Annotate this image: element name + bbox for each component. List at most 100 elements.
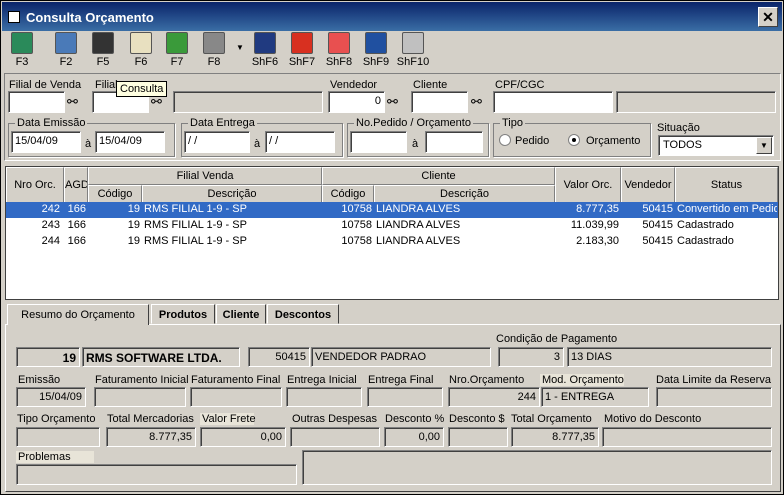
table-row[interactable]: 242 166 19 RMS FILIAL 1-9 - SP 10758 LIA… [6, 202, 778, 218]
fat-fim-field [190, 387, 282, 407]
fat-ini-label: Faturamento Inicial [95, 374, 189, 386]
lock-icon [402, 32, 424, 54]
cell-vendedor: 50415 [642, 235, 673, 247]
pedido-to-input[interactable] [425, 131, 483, 153]
vendedor-code-field: 50415 [248, 347, 310, 367]
col-vendedor[interactable]: Vendedor [621, 167, 675, 203]
emissao-from-input[interactable]: 15/04/09 [11, 131, 81, 153]
col-cliente-descricao[interactable]: Descrição [374, 185, 555, 203]
cell-status: Cadastrado [677, 235, 734, 247]
cell-status: Convertido em Pedido [677, 203, 777, 215]
problemas-field [16, 464, 297, 485]
mod-orc-field: 1 - ENTREGA [541, 387, 649, 407]
frete-label: Valor Frete [200, 413, 256, 425]
tooltip: Consulta [116, 81, 168, 97]
tab-resumo[interactable]: Resumo do Orçamento [7, 304, 149, 325]
limite-label: Data Limite da Reserva [656, 374, 771, 386]
table-row[interactable]: 244 166 19 RMS FILIAL 1-9 - SP 10758 LIA… [6, 234, 778, 250]
col-cliente: Cliente [322, 167, 555, 185]
cell-valor: 8.777,35 [576, 203, 619, 215]
range-separator: à [254, 138, 261, 150]
binoculars-icon[interactable]: ⚯ [387, 94, 405, 110]
situacao-select[interactable]: TODOS ▼ [658, 135, 774, 156]
nro-orc-field: 244 [448, 387, 540, 407]
toolbar-button-f3[interactable]: F3 [7, 32, 37, 72]
toolbar-button-shf9[interactable]: ShF9 [360, 32, 392, 72]
cell-agd: 166 [67, 235, 86, 247]
print-preview-icon [55, 32, 77, 54]
problemas-detail-field [302, 450, 772, 485]
cliente-input[interactable] [411, 91, 468, 113]
emissao-to-input[interactable]: 15/04/09 [95, 131, 165, 153]
print-icon [203, 32, 225, 54]
tab-produtos[interactable]: Produtos [151, 304, 215, 324]
outras-field [290, 427, 380, 447]
cell-agd: 166 [67, 219, 86, 231]
cell-cliente-descricao: LIANDRA ALVES [376, 203, 461, 215]
desc-pct-label: Desconto % [385, 413, 445, 425]
cpf-label: CPF/CGC [495, 79, 545, 91]
filial-label: Filial [95, 79, 118, 91]
col-valor-orc[interactable]: Valor Orc. [555, 167, 621, 203]
toolbar-button-shf6[interactable]: ShF6 [249, 32, 281, 72]
binoculars-icon[interactable]: ⚯ [471, 94, 489, 110]
cancel-check-icon [328, 32, 350, 54]
toolbar-button-f5[interactable]: F5 [88, 32, 118, 72]
toolbar-button-f2[interactable]: F2 [51, 32, 81, 72]
col-filial-codigo[interactable]: Código [88, 185, 142, 203]
total-merc-field: 8.777,35 [106, 427, 196, 447]
table-row[interactable]: 243 166 19 RMS FILIAL 1-9 - SP 10758 LIA… [6, 218, 778, 234]
desc-val-label: Desconto $ [449, 413, 505, 425]
filial-venda-input[interactable] [8, 91, 65, 113]
ent-fim-field [367, 387, 443, 407]
col-agd[interactable]: AGD [64, 167, 88, 203]
col-status[interactable]: Status [675, 167, 778, 203]
entrega-to-input[interactable]: / / [265, 131, 335, 153]
toolbar-button-shf7[interactable]: ShF7 [286, 32, 318, 72]
toolbar-button-shf8[interactable]: ShF8 [323, 32, 355, 72]
situacao-label: Situação [657, 122, 700, 134]
col-nro-orc[interactable]: Nro Orc. [6, 167, 64, 203]
cell-filial-codigo: 19 [127, 203, 140, 215]
vendedor-name-field: VENDEDOR PADRAO [311, 347, 491, 367]
tab-cliente[interactable]: Cliente [216, 304, 266, 324]
chevron-down-icon[interactable]: ▼ [756, 137, 772, 154]
cpf-input[interactable] [493, 91, 613, 113]
toolbar-button-f7[interactable]: F7 [162, 32, 192, 72]
cpf-name-field [616, 91, 776, 113]
pedido-from-input[interactable] [350, 131, 407, 153]
close-button[interactable]: ✕ [758, 7, 778, 27]
cell-cliente-codigo: 10758 [341, 235, 372, 247]
total-merc-label: Total Mercadorias [107, 413, 194, 425]
ent-ini-field [286, 387, 362, 407]
cell-filial-descricao: RMS FILIAL 1-9 - SP [144, 203, 247, 215]
problemas-label: Problemas [16, 451, 94, 463]
toolbar-button-shf10[interactable]: ShF10 [395, 32, 431, 72]
cell-vendedor: 50415 [642, 219, 673, 231]
dropdown-arrow-icon[interactable]: ▼ [236, 43, 244, 52]
toolbar-button-f6[interactable]: F6 [126, 32, 156, 72]
binoculars-icon[interactable]: ⚯ [67, 94, 85, 110]
tipo-pedido-radio[interactable] [499, 134, 511, 146]
cell-valor: 2.183,30 [576, 235, 619, 247]
cell-nro: 243 [41, 219, 60, 231]
entrega-from-input[interactable]: / / [184, 131, 250, 153]
ent-fim-label: Entrega Final [368, 374, 434, 386]
cliente-label: Cliente [413, 79, 448, 91]
situacao-value: TODOS [663, 139, 702, 151]
tab-descontos[interactable]: Descontos [267, 304, 339, 324]
cell-cliente-descricao: LIANDRA ALVES [376, 219, 461, 231]
cell-filial-codigo: 19 [127, 219, 140, 231]
cell-filial-descricao: RMS FILIAL 1-9 - SP [144, 235, 247, 247]
col-cliente-codigo[interactable]: Código [322, 185, 374, 203]
toolbar-button-f8[interactable]: F8 [199, 32, 229, 72]
fat-fim-label: Faturamento Final [191, 374, 281, 386]
cell-filial-descricao: RMS FILIAL 1-9 - SP [144, 219, 247, 231]
col-filial-descricao[interactable]: Descrição [142, 185, 322, 203]
vendedor-input[interactable]: 0 [328, 91, 385, 113]
desc-val-field [448, 427, 508, 447]
ent-ini-label: Entrega Inicial [287, 374, 357, 386]
fat-ini-field [94, 387, 186, 407]
tipo-orcamento-radio[interactable] [568, 134, 580, 146]
condicao-label: Condição de Pagamento [496, 333, 618, 345]
